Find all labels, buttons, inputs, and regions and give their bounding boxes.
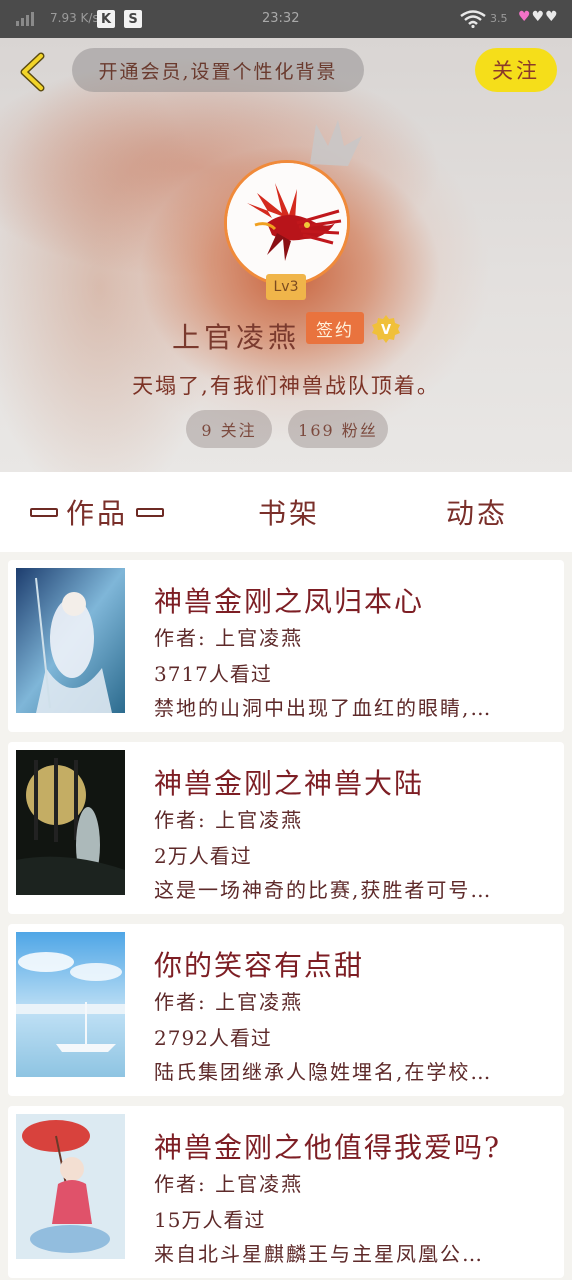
following-count[interactable]: 9 关注: [186, 410, 272, 448]
svg-text:V: V: [381, 323, 391, 338]
net-speed: 7.93 K/s: [50, 11, 99, 25]
book-summary: 禁地的山洞中出现了血红的眼睛,…: [154, 696, 493, 720]
vip-banner[interactable]: 开通会员,设置个性化背景: [72, 48, 364, 92]
profile-header: 开通会员,设置个性化背景 关注 Lv3 上官凌燕 签约 V 天塌了,有我们神兽战…: [0, 38, 572, 472]
book-summary: 这是一场神奇的比赛,获胜者可号…: [154, 878, 493, 902]
level-badge: Lv3: [266, 274, 306, 300]
book-card[interactable]: 神兽金刚之他值得我爱吗? 作者: 上官凌燕 15万人看过 来自北斗星麒麟王与主星…: [8, 1106, 564, 1278]
avatar[interactable]: [224, 160, 350, 286]
book-cover-image: [16, 932, 125, 1077]
book-author: 作者: 上官凌燕: [154, 808, 304, 832]
tab-works[interactable]: 作品: [22, 494, 172, 530]
status-bar: 7.93 K/s K S 23:32 3.5 ♥♥♥: [0, 0, 572, 38]
tab-moments[interactable]: 动态: [446, 494, 508, 530]
book-views: 15万人看过: [154, 1208, 266, 1232]
net-speed-indicator: 3.5: [490, 12, 508, 25]
follow-button[interactable]: 关注: [475, 48, 557, 92]
tab-bar: 作品 书架 动态: [0, 472, 572, 552]
book-cover-image: [16, 750, 125, 895]
chevron-left-icon: [20, 52, 45, 92]
book-title: 你的笑容有点甜: [154, 949, 365, 982]
wifi-icon: [460, 10, 486, 28]
book-views: 2万人看过: [154, 844, 252, 868]
book-title: 神兽金刚之他值得我爱吗?: [154, 1131, 502, 1164]
book-card[interactable]: 神兽金刚之凤归本心 作者: 上官凌燕 3717人看过 禁地的山洞中出现了血红的眼…: [8, 560, 564, 732]
book-author: 作者: 上官凌燕: [154, 626, 304, 650]
contract-badge: 签约: [306, 312, 364, 344]
book-author: 作者: 上官凌燕: [154, 1172, 304, 1196]
book-card[interactable]: 神兽金刚之神兽大陆 作者: 上官凌燕 2万人看过 这是一场神奇的比赛,获胜者可号…: [8, 742, 564, 914]
signal-icon: [16, 12, 34, 26]
clock: 23:32: [262, 11, 300, 26]
tab-moments-label: 动态: [446, 497, 509, 530]
k-app-icon: K: [97, 10, 115, 28]
book-views: 2792人看过: [154, 1026, 272, 1050]
tab-indicator-right: [136, 507, 165, 517]
s-app-icon: S: [124, 10, 142, 28]
book-title: 神兽金刚之神兽大陆: [154, 767, 425, 800]
book-cover-image: [16, 1114, 125, 1259]
book-card[interactable]: 你的笑容有点甜 作者: 上官凌燕 2792人看过 陆氏集团继承人隐姓埋名,在学校…: [8, 924, 564, 1096]
book-summary: 来自北斗星麒麟王与主星凤凰公…: [154, 1242, 484, 1266]
crown-icon: [310, 120, 362, 166]
battery-hearts-icon: ♥♥♥: [518, 9, 559, 25]
tab-indicator-left: [30, 507, 58, 517]
verified-icon: V: [372, 315, 400, 343]
tab-works-label: 作品: [66, 497, 129, 530]
book-cover-image: [16, 568, 125, 713]
phoenix-avatar-image: [227, 163, 347, 283]
book-title: 神兽金刚之凤归本心: [154, 585, 425, 618]
book-author: 作者: 上官凌燕: [154, 990, 304, 1014]
tab-bookshelf-label: 书架: [258, 497, 321, 530]
back-button[interactable]: [14, 50, 50, 94]
book-views: 3717人看过: [154, 662, 272, 686]
fans-count[interactable]: 169 粉丝: [288, 410, 388, 448]
username: 上官凌燕: [172, 321, 301, 354]
signature: 天塌了,有我们神兽战队顶着。: [132, 374, 440, 398]
tab-bookshelf[interactable]: 书架: [258, 494, 320, 530]
book-summary: 陆氏集团继承人隐姓埋名,在学校…: [154, 1060, 493, 1084]
